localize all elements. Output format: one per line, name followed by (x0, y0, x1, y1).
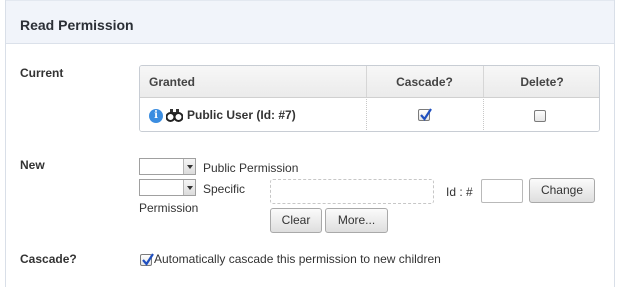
new-label: New (20, 158, 45, 172)
public-permission-select[interactable] (139, 158, 196, 175)
dropdown-arrow-icon[interactable] (183, 180, 195, 195)
cascade-checkbox[interactable] (418, 108, 432, 121)
grid-header: Granted Cascade? Delete? (140, 66, 599, 98)
cell-divider (483, 99, 484, 131)
cascade-description: Automatically cascade this permission to… (154, 252, 441, 266)
cell-divider (366, 99, 367, 131)
checkmark-icon (142, 253, 154, 266)
more-button[interactable]: More... (325, 208, 388, 233)
cascade-children-checkbox[interactable] (140, 253, 154, 266)
permission-label: Permission (139, 201, 199, 215)
read-permission-panel: Read Permission (5, 0, 615, 287)
checkmark-icon (420, 108, 432, 121)
granted-user-name: Public User (Id: #7) (187, 108, 296, 122)
specific-label: Specific (203, 182, 246, 196)
panel-header: Read Permission (6, 0, 614, 44)
binoculars-icon[interactable] (166, 108, 183, 122)
column-header-granted[interactable]: Granted (149, 75, 195, 89)
change-button[interactable]: Change (529, 178, 595, 203)
table-row[interactable]: i Public User (Id: #7) (140, 99, 599, 131)
specific-permission-select[interactable] (139, 179, 196, 196)
current-permissions-grid: Granted Cascade? Delete? i Public User (… (139, 65, 600, 132)
column-header-cascade[interactable]: Cascade? (366, 75, 483, 89)
delete-checkbox[interactable] (534, 110, 546, 122)
clear-button[interactable]: Clear (270, 208, 322, 233)
id-label: Id : # (446, 185, 473, 199)
panel-title: Read Permission (20, 17, 134, 33)
column-divider (366, 66, 367, 97)
public-permission-label: Public Permission (203, 161, 299, 175)
cascade-label: Cascade? (20, 252, 77, 266)
column-divider (483, 66, 484, 97)
info-icon[interactable]: i (149, 109, 163, 123)
specific-user-picker[interactable] (270, 179, 434, 204)
current-label: Current (20, 66, 64, 80)
dropdown-arrow-icon[interactable] (183, 159, 195, 174)
column-header-delete[interactable]: Delete? (484, 75, 599, 89)
id-input[interactable] (481, 179, 523, 203)
